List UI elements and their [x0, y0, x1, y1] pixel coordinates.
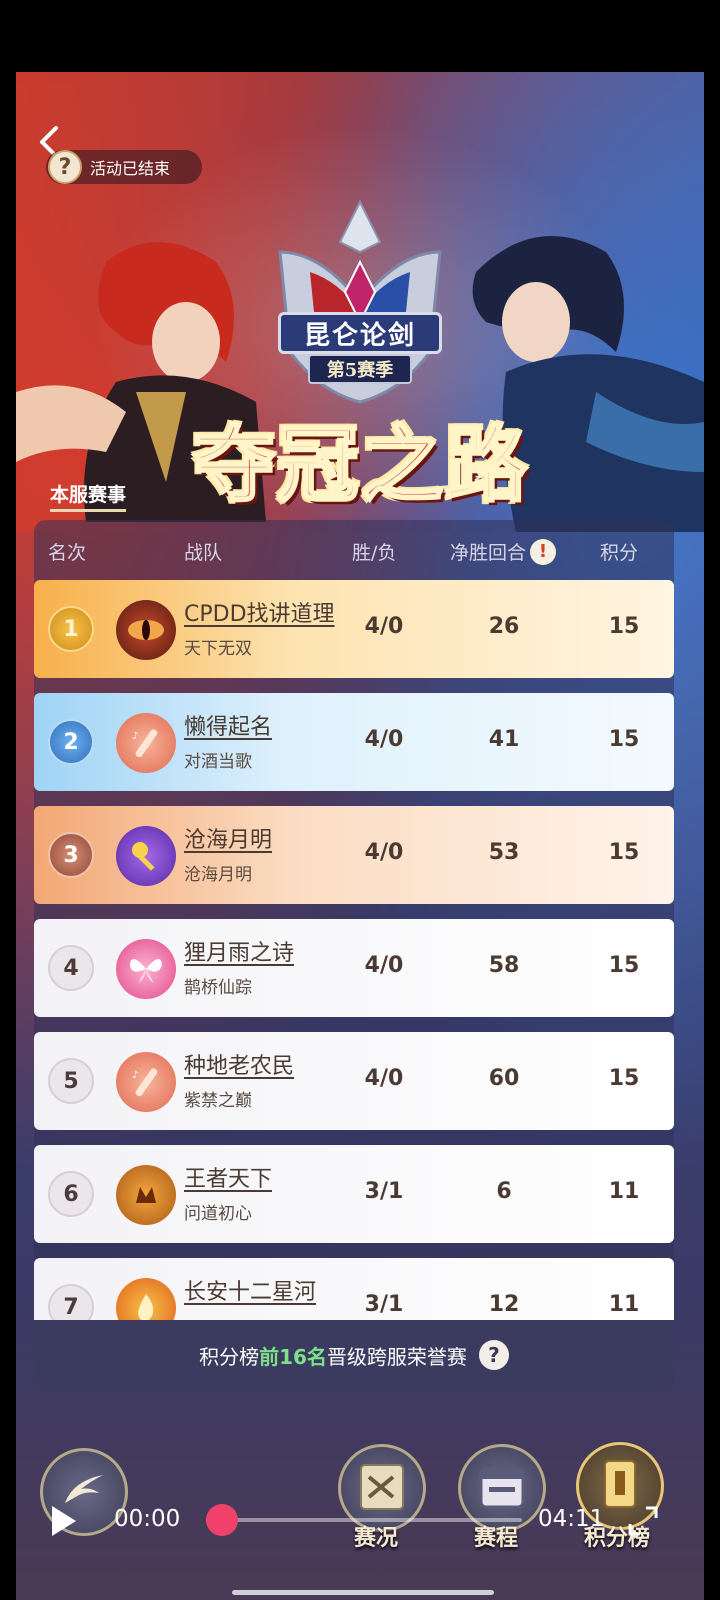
standings-list: 1 CPDD找讲道理 天下无双 4/0 26 15 2 ♪ 懒得起名 对酒当歌 … [34, 580, 674, 1320]
points: 11 [608, 1179, 640, 1204]
points: 15 [608, 1066, 640, 1091]
table-row[interactable]: 7 长安十二星河 3/1 12 11 [34, 1258, 674, 1320]
game-screen: 昆仑论剑 第5赛季 夺冠之路 本服赛事 ? 活动已结束 名次 战队 胜/负 净胜… [16, 72, 704, 1600]
butterfly-icon [116, 939, 176, 999]
points: 11 [608, 1292, 640, 1317]
win-loss: 4/0 [364, 614, 404, 639]
net-rounds: 6 [496, 1179, 512, 1204]
note-highlight: 前16名 [259, 1344, 327, 1369]
svg-text:♪: ♪ [132, 1070, 138, 1081]
home-indicator [232, 1590, 494, 1595]
points: 15 [608, 953, 640, 978]
col-points: 积分 [600, 542, 639, 564]
points: 15 [608, 840, 640, 865]
crown-seal-icon [116, 1165, 176, 1225]
team-server: 鹊桥仙踪 [184, 978, 252, 998]
table-row[interactable]: 4 狸月雨之诗 鹊桥仙踪 4/0 58 15 [34, 919, 674, 1017]
fullscreen-icon[interactable] [626, 1504, 660, 1538]
win-loss: 4/0 [364, 1066, 404, 1091]
rank-number: 6 [48, 1171, 94, 1217]
points: 15 [608, 614, 640, 639]
net-rounds: 41 [488, 727, 520, 752]
season-crest-icon [278, 199, 442, 404]
rank-number: 4 [48, 945, 94, 991]
team-server: 问道初心 [184, 1204, 252, 1224]
col-win-loss: 胜/负 [352, 542, 397, 564]
win-loss: 4/0 [364, 727, 404, 752]
event-status-pill[interactable]: ? 活动已结束 [46, 150, 202, 184]
video-controls: 00:00 04:11 [0, 1480, 720, 1560]
rank-2-medal-icon: 2 [48, 719, 94, 765]
table-row[interactable]: 6 王者天下 问道初心 3/1 6 11 [34, 1145, 674, 1243]
team-name[interactable]: 长安十二星河 [184, 1274, 316, 1306]
net-rounds: 26 [488, 614, 520, 639]
duration: 04:11 [538, 1506, 605, 1532]
col-rank: 名次 [48, 542, 87, 564]
table-row[interactable]: 3 沧海月明 沧海月明 4/0 53 15 [34, 806, 674, 904]
win-loss: 3/1 [364, 1179, 404, 1204]
net-rounds: 60 [488, 1066, 520, 1091]
col-net-rounds: 净胜回合! [450, 538, 557, 567]
rank-3-medal-icon: 3 [48, 832, 94, 878]
svg-text:♪: ♪ [132, 731, 138, 742]
net-rounds: 58 [488, 953, 520, 978]
team-server: 天下无双 [184, 639, 252, 659]
current-time: 00:00 [114, 1506, 181, 1532]
play-icon[interactable] [52, 1506, 76, 1536]
flute-icon: ♪ [116, 713, 176, 773]
net-rounds: 12 [488, 1292, 520, 1317]
flute-icon: ♪ [116, 1052, 176, 1112]
team-name[interactable]: 种地老农民 [184, 1048, 294, 1080]
qualification-note: 积分榜 前16名 晋级跨服荣誉赛 ? [34, 1320, 674, 1390]
rank-number: 5 [48, 1058, 94, 1104]
team-server: 紫禁之巅 [184, 1091, 252, 1111]
table-row[interactable]: 1 CPDD找讲道理 天下无双 4/0 26 15 [34, 580, 674, 678]
team-name[interactable]: CPDD找讲道理 [184, 596, 335, 628]
progress-track[interactable] [222, 1518, 522, 1522]
team-name[interactable]: 沧海月明 [184, 822, 272, 854]
note-prefix: 积分榜 [199, 1344, 260, 1369]
net-rounds-info-icon[interactable]: ! [530, 538, 557, 565]
rank-number: 7 [48, 1284, 94, 1320]
event-status-text: 活动已结束 [90, 159, 171, 178]
col-team: 战队 [184, 542, 223, 564]
emblem-season: 第5赛季 [308, 354, 412, 384]
table-header: 名次 战队 胜/负 净胜回合! 积分 [34, 520, 674, 580]
help-icon[interactable]: ? [48, 150, 82, 184]
net-rounds: 53 [488, 840, 520, 865]
table-row[interactable]: 2 ♪ 懒得起名 对酒当歌 4/0 41 15 [34, 693, 674, 791]
team-server: 对酒当歌 [184, 752, 252, 772]
team-name[interactable]: 懒得起名 [184, 709, 272, 741]
page-title: 夺冠之路 [191, 415, 529, 514]
rank-1-medal-icon: 1 [48, 606, 94, 652]
standings-panel: 名次 战队 胜/负 净胜回合! 积分 1 CPDD找讲道理 天下无双 4/0 2… [34, 520, 674, 1390]
emblem-title: 昆仑论剑 [278, 312, 442, 354]
col-net-rounds-label: 净胜回合 [450, 542, 527, 564]
win-loss: 4/0 [364, 840, 404, 865]
win-loss: 4/0 [364, 953, 404, 978]
team-server: 沧海月明 [184, 865, 252, 885]
table-row[interactable]: 5 ♪ 种地老农民 紫禁之巅 4/0 60 15 [34, 1032, 674, 1130]
flame-icon [116, 1278, 176, 1320]
team-name[interactable]: 狸月雨之诗 [184, 935, 294, 967]
team-name[interactable]: 王者天下 [184, 1161, 272, 1193]
key-icon [116, 826, 176, 886]
dragon-eye-icon [116, 600, 176, 660]
points: 15 [608, 727, 640, 752]
progress-knob[interactable] [206, 1504, 238, 1536]
win-loss: 3/1 [364, 1292, 404, 1317]
qualification-help-icon[interactable]: ? [478, 1340, 509, 1370]
note-suffix: 晋级跨服荣誉赛 [326, 1344, 467, 1369]
tab-local-server[interactable]: 本服赛事 [50, 480, 127, 512]
